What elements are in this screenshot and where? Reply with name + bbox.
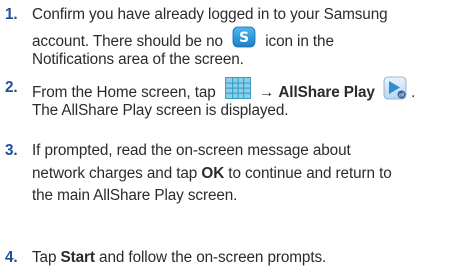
step-number: 4. xyxy=(5,249,18,266)
step-number: 2. xyxy=(5,79,18,96)
step-line: the main AllShare Play screen. xyxy=(32,187,238,204)
step-text: Tap Start and follow the on-screen promp… xyxy=(32,247,464,270)
step-bold-text: OK xyxy=(201,164,225,182)
step-line: Confirm you have already logged in to yo… xyxy=(32,6,388,23)
apps-grid-icon xyxy=(224,77,251,107)
step-line: network charges and tap OK to continue a… xyxy=(32,163,464,186)
step-text: If prompted, read the on-screen message … xyxy=(32,140,464,208)
allshare-play-icon: all xyxy=(383,76,407,108)
svg-text:S: S xyxy=(239,30,249,46)
step-line: Tap Start and follow the on-screen promp… xyxy=(32,247,464,270)
step-line: If prompted, read the on-screen message … xyxy=(32,142,351,159)
step-text-segment: to continue and return to xyxy=(228,164,392,182)
step-text-segment: From the Home screen, tap xyxy=(32,83,216,101)
samsung-account-icon: S xyxy=(232,26,256,56)
step-text-segment: and follow the on-screen prompts. xyxy=(99,249,327,266)
step-text: Confirm you have already logged in to yo… xyxy=(32,4,464,72)
step-line: From the Home screen, tap → AllShare Pla… xyxy=(32,76,464,101)
step-text-segment: Tap xyxy=(32,249,57,266)
step-text-segment: icon in the xyxy=(265,32,334,50)
svg-text:all: all xyxy=(399,92,405,98)
step-text-segment: account. There should be no xyxy=(32,32,223,50)
arrow-icon: → xyxy=(259,83,275,101)
step-number: 3. xyxy=(5,142,18,159)
step-bold-text: AllShare Play xyxy=(278,83,375,101)
step-number: 1. xyxy=(5,6,18,23)
step-text: From the Home screen, tap → AllShare Pla… xyxy=(32,76,464,122)
step-line: account. There should be no S icon in th… xyxy=(32,26,464,50)
step-text-segment: network charges and tap xyxy=(32,164,198,182)
step-bold-text: Start xyxy=(60,249,95,266)
step-text-segment: . xyxy=(411,83,416,101)
